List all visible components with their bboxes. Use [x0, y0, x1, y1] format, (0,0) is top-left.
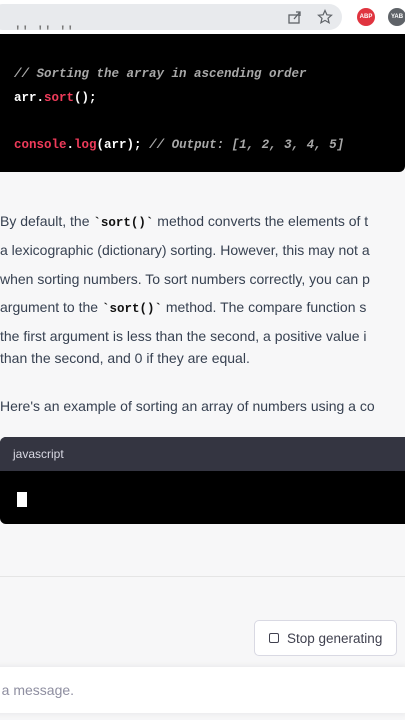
- paragraph-line: argument to the `sort()` method. The com…: [0, 299, 367, 316]
- paragraph-line: the first argument is less than the seco…: [0, 328, 367, 344]
- star-icon[interactable]: [315, 7, 335, 27]
- paragraph-line: than the second, and 0 if they are equal…: [0, 350, 250, 366]
- message-input[interactable]: [0, 667, 390, 713]
- extension-label: ABP: [359, 14, 373, 20]
- code-block: javascript: [0, 437, 405, 524]
- stop-icon: [269, 633, 279, 643]
- message-composer: [0, 667, 405, 713]
- paragraph-line: when sorting numbers. To sort numbers co…: [0, 271, 370, 287]
- code-block: '' '' '' // Sorting the array in ascendi…: [0, 25, 405, 172]
- paragraph-line: a lexicographic (dictionary) sorting. Ho…: [0, 242, 370, 258]
- paragraph-line: Here's an example of sorting an array of…: [0, 398, 375, 414]
- divider: [0, 576, 405, 577]
- code-line: arr.sort();: [14, 91, 97, 105]
- share-icon[interactable]: [285, 7, 305, 27]
- stop-generating-label: Stop generating: [287, 630, 383, 646]
- code-language-label: javascript: [13, 447, 64, 461]
- code-line: console.log(arr); // Output: [1, 2, 3, 4…: [14, 138, 345, 152]
- stop-generating-button[interactable]: Stop generating: [254, 620, 397, 656]
- extension-icon[interactable]: YAB: [388, 8, 405, 26]
- typing-cursor: [17, 492, 27, 507]
- code-block-header: javascript: [0, 437, 405, 471]
- extension-label: YAB: [390, 14, 404, 20]
- code-line-partial: '' '' '': [14, 25, 75, 39]
- code-comment: // Sorting the array in ascending order: [14, 67, 307, 81]
- adblock-extension-icon[interactable]: ABP: [357, 8, 375, 26]
- paragraph-line: By default, the `sort()` method converts…: [0, 213, 369, 230]
